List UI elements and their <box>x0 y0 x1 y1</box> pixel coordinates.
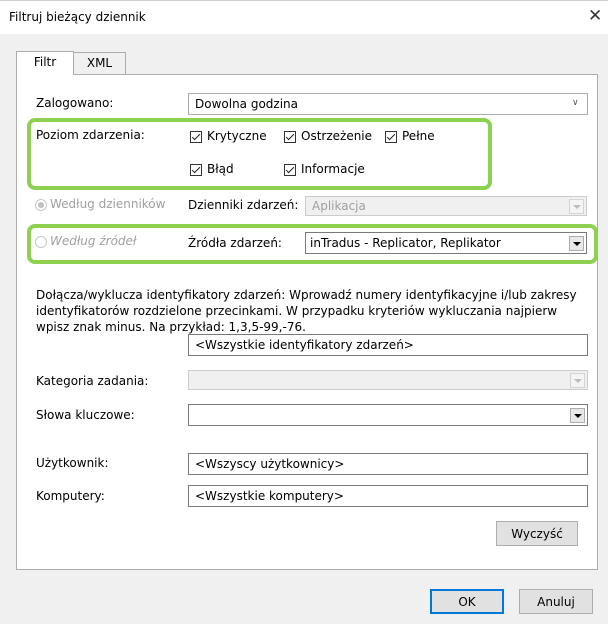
close-icon[interactable]: ✕ <box>588 6 606 26</box>
radio-by-source-label: Według źródeł <box>50 234 137 248</box>
computers-input[interactable]: <Wszystkie komputery> <box>188 485 588 507</box>
task-category-label: Kategoria zadania: <box>36 374 149 388</box>
radio-by-log-label: Według dzienników <box>50 197 166 211</box>
keywords-dropdown[interactable] <box>188 404 588 426</box>
logged-dropdown[interactable]: Dowolna godzina ∨ <box>188 93 588 115</box>
logged-label: Zalogowano: <box>36 96 114 110</box>
checkbox-error-label: Błąd <box>207 162 234 176</box>
radio-by-log[interactable] <box>35 199 47 211</box>
checkbox-critical-label: Krytyczne <box>207 129 267 143</box>
tab-filter[interactable]: Filtr <box>16 51 74 75</box>
tab-xml[interactable]: XML <box>74 52 126 74</box>
event-level-label: Poziom zdarzenia: <box>36 128 145 142</box>
keywords-label: Słowa kluczowe: <box>36 408 135 422</box>
checkbox-information-label: Informacje <box>301 162 365 176</box>
computers-label: Komputery: <box>36 489 105 503</box>
logged-value: Dowolna godzina <box>195 97 299 111</box>
checkbox-verbose[interactable] <box>385 131 397 143</box>
checkbox-information[interactable] <box>284 164 296 176</box>
task-category-dropdown[interactable] <box>188 370 588 390</box>
chevron-down-icon: ∨ <box>572 98 579 108</box>
checkbox-warning-label: Ostrzeżenie <box>301 129 373 143</box>
event-logs-value: Aplikacja <box>312 199 366 213</box>
checkbox-error[interactable] <box>190 164 202 176</box>
event-logs-label: Dzienniki zdarzeń: <box>188 198 299 212</box>
event-sources-label: Źródła zdarzeń: <box>188 236 282 250</box>
clear-button[interactable]: Wyczyść <box>496 521 578 546</box>
cancel-button[interactable]: Anuluj <box>519 589 593 614</box>
checkbox-warning[interactable] <box>284 131 296 143</box>
event-ids-description: Dołącza/wyklucza identyfikatory zdarzeń:… <box>36 288 577 334</box>
chevron-down-icon <box>569 199 584 214</box>
radio-by-source[interactable] <box>35 236 47 248</box>
event-ids-input[interactable]: <Wszystkie identyfikatory zdarzeń> <box>188 334 588 356</box>
event-sources-value: inTradus - Replicator, Replikator <box>310 236 501 250</box>
ok-button[interactable]: OK <box>430 589 504 614</box>
event-logs-dropdown[interactable]: Aplikacja <box>305 196 587 216</box>
checkbox-verbose-label: Pełne <box>402 129 435 143</box>
chevron-down-icon <box>570 408 585 423</box>
chevron-down-icon <box>570 373 585 388</box>
user-label: Użytkownik: <box>36 456 109 470</box>
checkbox-critical[interactable] <box>190 131 202 143</box>
dialog-title: Filtruj bieżący dziennik <box>9 10 146 24</box>
user-input[interactable]: <Wszyscy użytkownicy> <box>188 453 588 475</box>
event-sources-dropdown[interactable]: inTradus - Replicator, Replikator <box>305 232 587 254</box>
chevron-down-icon <box>569 236 584 251</box>
